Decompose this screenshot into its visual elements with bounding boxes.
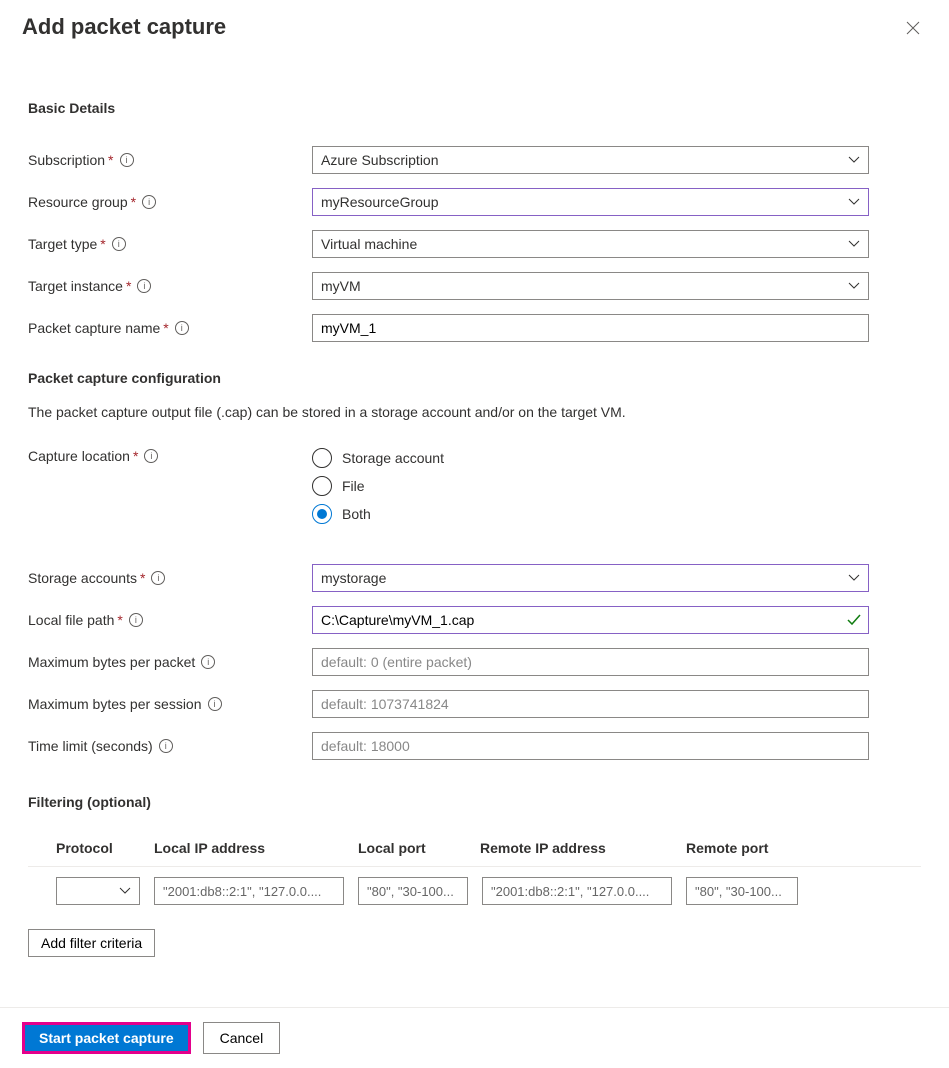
time-limit-row: Time limit (seconds) i: [28, 732, 921, 760]
required-indicator: *: [108, 152, 113, 168]
chevron-down-icon: [119, 887, 131, 895]
time-limit-label: Time limit (seconds) i: [28, 738, 312, 754]
required-indicator: *: [140, 570, 145, 586]
cancel-button[interactable]: Cancel: [203, 1022, 281, 1054]
panel-title: Add packet capture: [22, 14, 899, 40]
info-icon[interactable]: i: [159, 739, 173, 753]
col-protocol: Protocol: [56, 840, 154, 856]
capture-location-label: Capture location * i: [28, 448, 312, 464]
radio-file[interactable]: File: [312, 476, 869, 496]
resource-group-label: Resource group * i: [28, 194, 312, 210]
info-icon[interactable]: i: [208, 697, 222, 711]
chevron-down-icon: [848, 156, 860, 164]
capture-location-radio-group: Storage account File Both: [312, 448, 869, 524]
chevron-down-icon: [848, 282, 860, 290]
subscription-select[interactable]: Azure Subscription: [312, 146, 869, 174]
local-ip-input[interactable]: [154, 877, 344, 905]
storage-accounts-select[interactable]: mystorage: [312, 564, 869, 592]
info-icon[interactable]: i: [137, 279, 151, 293]
required-indicator: *: [117, 612, 122, 628]
filter-table: Protocol Local IP address Local port Rem…: [28, 840, 921, 915]
required-indicator: *: [131, 194, 136, 210]
local-file-path-input[interactable]: [312, 606, 869, 634]
max-bytes-session-row: Maximum bytes per session i: [28, 690, 921, 718]
local-file-path-label: Local file path * i: [28, 612, 312, 628]
info-icon[interactable]: i: [129, 613, 143, 627]
target-type-select[interactable]: Virtual machine: [312, 230, 869, 258]
add-filter-button[interactable]: Add filter criteria: [28, 929, 155, 957]
info-icon[interactable]: i: [201, 655, 215, 669]
filter-input-row: [28, 866, 921, 915]
subscription-label: Subscription * i: [28, 152, 312, 168]
storage-accounts-row: Storage accounts * i mystorage: [28, 564, 921, 592]
panel-content: Basic Details Subscription * i Azure Sub…: [0, 42, 949, 957]
info-icon[interactable]: i: [175, 321, 189, 335]
info-icon[interactable]: i: [151, 571, 165, 585]
start-capture-button[interactable]: Start packet capture: [22, 1022, 191, 1054]
capture-name-input[interactable]: [312, 314, 869, 342]
required-indicator: *: [133, 448, 138, 464]
time-limit-input[interactable]: [312, 732, 869, 760]
max-bytes-packet-row: Maximum bytes per packet i: [28, 648, 921, 676]
add-packet-capture-panel: Add packet capture Basic Details Subscri…: [0, 0, 949, 1068]
resource-group-row: Resource group * i myResourceGroup: [28, 188, 921, 216]
filter-header-row: Protocol Local IP address Local port Rem…: [28, 840, 921, 866]
basic-details-heading: Basic Details: [28, 100, 921, 116]
resource-group-select[interactable]: myResourceGroup: [312, 188, 869, 216]
col-local-ip: Local IP address: [154, 840, 358, 856]
col-local-port: Local port: [358, 840, 480, 856]
local-file-path-row: Local file path * i: [28, 606, 921, 634]
target-instance-row: Target instance * i myVM: [28, 272, 921, 300]
target-instance-select[interactable]: myVM: [312, 272, 869, 300]
max-bytes-packet-label: Maximum bytes per packet i: [28, 654, 312, 670]
info-icon[interactable]: i: [120, 153, 134, 167]
storage-accounts-label: Storage accounts * i: [28, 570, 312, 586]
required-indicator: *: [163, 320, 168, 336]
target-type-label: Target type * i: [28, 236, 312, 252]
capture-location-row: Capture location * i Storage account Fil…: [28, 448, 921, 524]
required-indicator: *: [100, 236, 105, 252]
target-instance-label: Target instance * i: [28, 278, 312, 294]
remote-ip-input[interactable]: [482, 877, 672, 905]
config-heading: Packet capture configuration: [28, 370, 921, 386]
local-port-input[interactable]: [358, 877, 468, 905]
info-icon[interactable]: i: [112, 237, 126, 251]
radio-icon-selected: [312, 504, 332, 524]
capture-name-row: Packet capture name * i: [28, 314, 921, 342]
protocol-select[interactable]: [56, 877, 140, 905]
chevron-down-icon: [848, 198, 860, 206]
radio-icon: [312, 476, 332, 496]
target-type-row: Target type * i Virtual machine: [28, 230, 921, 258]
required-indicator: *: [126, 278, 131, 294]
radio-storage-account[interactable]: Storage account: [312, 448, 869, 468]
col-remote-ip: Remote IP address: [480, 840, 686, 856]
subscription-row: Subscription * i Azure Subscription: [28, 146, 921, 174]
panel-footer: Start packet capture Cancel: [0, 1007, 949, 1068]
max-bytes-packet-input[interactable]: [312, 648, 869, 676]
chevron-down-icon: [848, 240, 860, 248]
col-remote-port: Remote port: [686, 840, 812, 856]
max-bytes-session-input[interactable]: [312, 690, 869, 718]
info-icon[interactable]: i: [142, 195, 156, 209]
max-bytes-session-label: Maximum bytes per session i: [28, 696, 312, 712]
chevron-down-icon: [848, 574, 860, 582]
radio-both[interactable]: Both: [312, 504, 869, 524]
close-icon: [906, 21, 920, 35]
close-button[interactable]: [899, 14, 927, 42]
panel-header: Add packet capture: [0, 0, 949, 42]
radio-icon: [312, 448, 332, 468]
config-description: The packet capture output file (.cap) ca…: [28, 404, 921, 420]
capture-name-label: Packet capture name * i: [28, 320, 312, 336]
info-icon[interactable]: i: [144, 449, 158, 463]
remote-port-input[interactable]: [686, 877, 798, 905]
filtering-heading: Filtering (optional): [28, 794, 921, 810]
